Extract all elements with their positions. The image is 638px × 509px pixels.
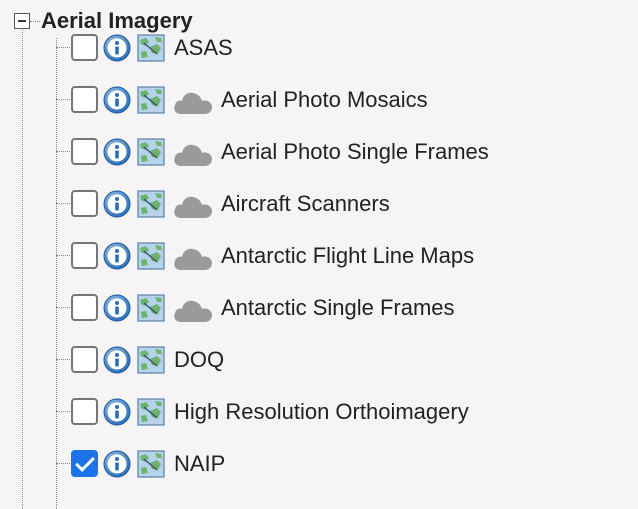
collapse-toggle-icon[interactable] — [14, 13, 30, 29]
tree-connector — [56, 151, 70, 152]
layer-checkbox[interactable] — [71, 86, 98, 113]
tree-item: Aerial Photo Single Frames — [56, 132, 636, 172]
tree-connector — [56, 307, 70, 308]
info-icon[interactable] — [103, 294, 131, 322]
info-icon[interactable] — [103, 450, 131, 478]
tree-connector — [56, 463, 70, 464]
layer-checkbox[interactable] — [71, 138, 98, 165]
layer-label[interactable]: Antarctic Single Frames — [221, 294, 455, 322]
info-icon[interactable] — [103, 34, 131, 62]
tree-connector — [30, 21, 40, 22]
tree-connector — [56, 99, 70, 100]
info-icon[interactable] — [103, 86, 131, 114]
layer-checkbox[interactable] — [71, 34, 98, 61]
tree-connector — [56, 255, 70, 256]
cloud-icon — [172, 141, 214, 167]
map-icon[interactable] — [137, 450, 165, 478]
tree-guide-line — [22, 30, 23, 509]
layer-checkbox[interactable] — [71, 294, 98, 321]
map-icon[interactable] — [137, 34, 165, 62]
tree-item: Aerial Photo Mosaics — [56, 80, 636, 120]
map-icon[interactable] — [137, 190, 165, 218]
tree-connector — [56, 411, 70, 412]
layer-label[interactable]: Aerial Photo Mosaics — [221, 86, 428, 114]
cloud-icon — [172, 193, 214, 219]
layer-label[interactable]: DOQ — [174, 346, 224, 374]
layer-checkbox[interactable] — [71, 450, 98, 477]
layer-label[interactable]: NAIP — [174, 450, 225, 478]
info-icon[interactable] — [103, 138, 131, 166]
map-icon[interactable] — [137, 138, 165, 166]
layer-label[interactable]: Aircraft Scanners — [221, 190, 390, 218]
map-icon[interactable] — [137, 242, 165, 270]
info-icon[interactable] — [103, 398, 131, 426]
tree-connector — [56, 47, 70, 48]
layer-checkbox[interactable] — [71, 190, 98, 217]
tree-connector — [56, 359, 70, 360]
layer-label[interactable]: Antarctic Flight Line Maps — [221, 242, 474, 270]
layer-label[interactable]: High Resolution Orthoimagery — [174, 398, 469, 426]
map-icon[interactable] — [137, 86, 165, 114]
tree-item: ASAS — [56, 28, 636, 68]
cloud-icon — [172, 297, 214, 323]
tree-item: Aircraft Scanners — [56, 184, 636, 224]
map-icon[interactable] — [137, 294, 165, 322]
info-icon[interactable] — [103, 190, 131, 218]
info-icon[interactable] — [103, 346, 131, 374]
tree-item: Antarctic Single Frames — [56, 288, 636, 328]
cloud-icon — [172, 89, 214, 115]
layer-checkbox[interactable] — [71, 398, 98, 425]
info-icon[interactable] — [103, 242, 131, 270]
layer-label[interactable]: Aerial Photo Single Frames — [221, 138, 489, 166]
tree-item: DOQ — [56, 340, 636, 380]
layer-checkbox[interactable] — [71, 346, 98, 373]
tree-item: High Resolution Orthoimagery — [56, 392, 636, 432]
tree-connector — [56, 203, 70, 204]
layer-checkbox[interactable] — [71, 242, 98, 269]
layer-label[interactable]: ASAS — [174, 34, 233, 62]
cloud-icon — [172, 245, 214, 271]
map-icon[interactable] — [137, 398, 165, 426]
tree-item: Antarctic Flight Line Maps — [56, 236, 636, 276]
tree-item: NAIP — [56, 444, 636, 484]
dataset-tree: Aerial Imagery ASAS Aerial Photo Mosaics A… — [0, 0, 638, 509]
map-icon[interactable] — [137, 346, 165, 374]
